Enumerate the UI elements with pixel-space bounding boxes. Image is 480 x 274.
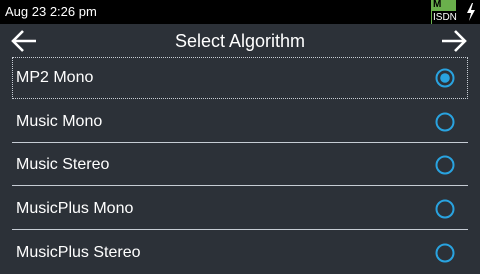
algorithm-item-music-stereo[interactable]: Music Stereo — [12, 144, 468, 186]
algorithm-list: MP2 Mono Music Mono Music Stereo MusicPl… — [0, 57, 480, 272]
radio-selected-icon[interactable] — [435, 68, 455, 88]
status-bar: Aug 23 2:26 pm M ISDN — [0, 0, 480, 24]
algorithm-label: Music Stereo — [16, 156, 110, 173]
back-button[interactable] — [8, 26, 40, 56]
page-title: Select Algorithm — [174, 31, 306, 51]
radio-unselected-icon[interactable] — [435, 199, 455, 219]
radio-unselected-icon[interactable] — [435, 112, 455, 132]
radio-unselected-icon[interactable] — [435, 243, 455, 263]
bolt-icon — [467, 3, 475, 21]
algorithm-item-musicplus-stereo[interactable]: MusicPlus Stereo — [12, 232, 468, 274]
algorithm-item-musicplus-mono[interactable]: MusicPlus Mono — [12, 188, 468, 230]
algorithm-label: MP2 Mono — [16, 69, 94, 86]
list-divider — [12, 229, 468, 230]
isdn-badge-label: ISDN — [432, 11, 457, 24]
algorithm-label: MusicPlus Mono — [16, 200, 134, 217]
algorithm-label: Music Mono — [16, 113, 103, 130]
algorithm-item-music-mono[interactable]: Music Mono — [12, 101, 468, 143]
list-divider — [12, 142, 468, 143]
arrow-right-icon — [442, 30, 467, 52]
isdn-badge-top: M — [433, 0, 442, 10]
algorithm-label: MusicPlus Stereo — [16, 244, 141, 261]
list-divider — [12, 185, 468, 186]
header-bar: Select Algorithm — [0, 24, 480, 57]
radio-unselected-icon[interactable] — [435, 155, 455, 175]
algorithm-item-mp2-mono[interactable]: MP2 Mono — [12, 57, 468, 99]
isdn-status-icon: M ISDN — [431, 0, 457, 24]
arrow-left-icon — [11, 30, 36, 52]
next-button[interactable] — [438, 26, 470, 56]
status-datetime: Aug 23 2:26 pm — [5, 4, 97, 19]
